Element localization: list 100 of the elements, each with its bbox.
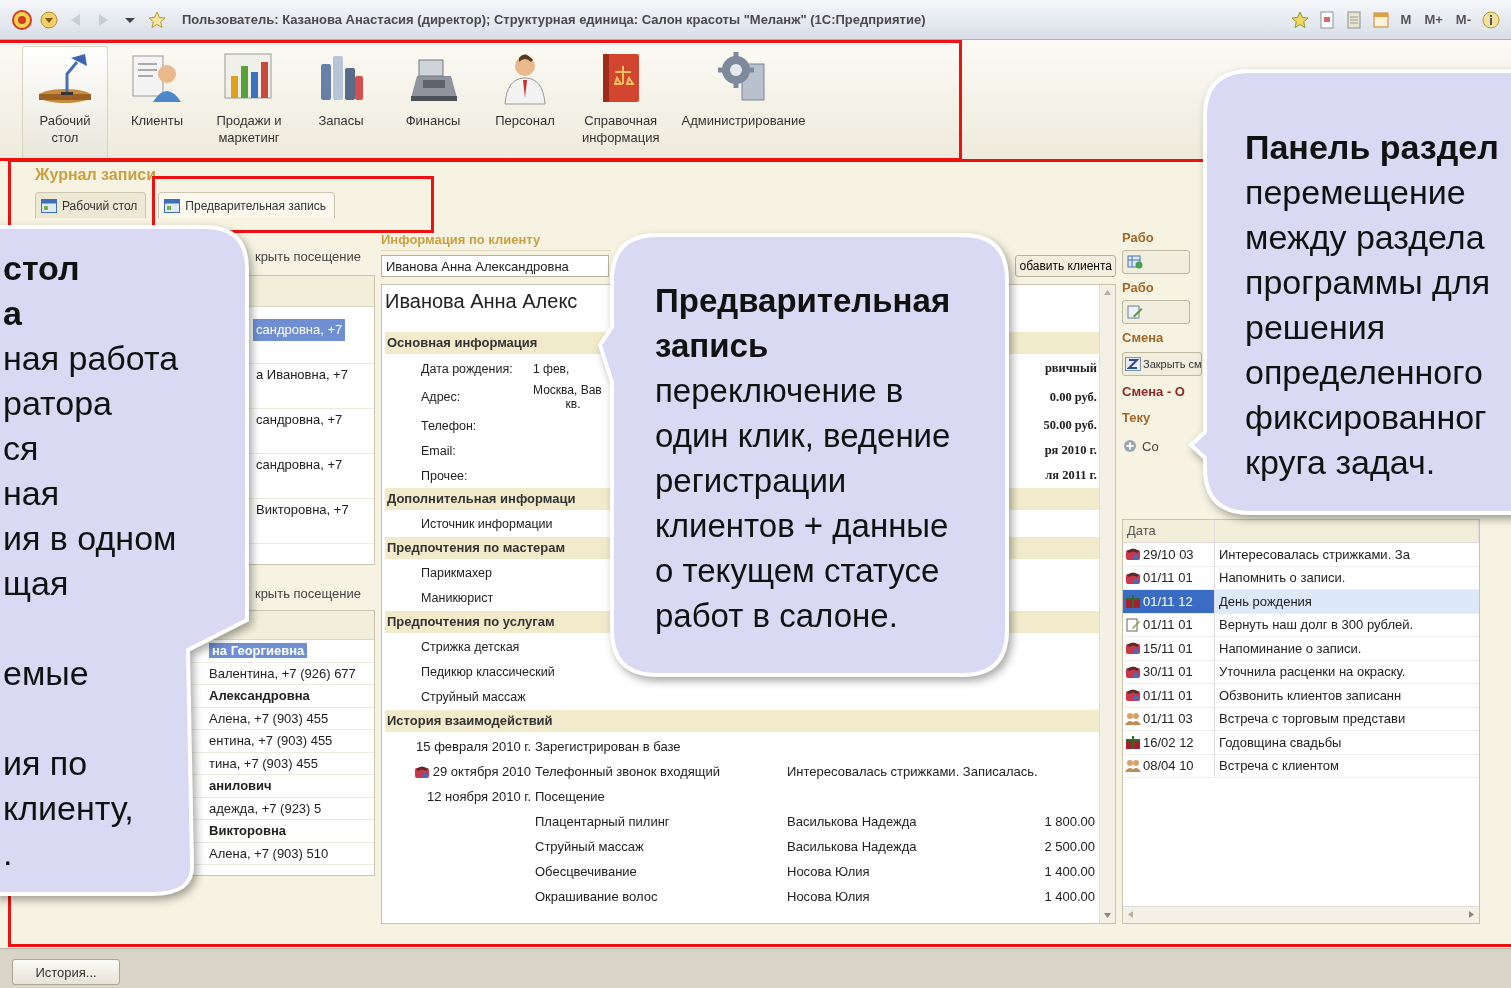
section-button[interactable]: Справочная информация — [574, 46, 668, 160]
list-item[interactable]: тина, +7 (903) 455 — [209, 755, 318, 771]
amount: 1 800.00 — [1044, 814, 1096, 829]
amount: 1 400.00 — [1044, 889, 1096, 904]
list-item[interactable]: сандровна, +7 — [253, 409, 346, 431]
table-row[interactable]: 01/11 03 Встреча с торговым представи — [1123, 707, 1479, 731]
table-icon — [41, 198, 57, 213]
table-cell: 16/02 12 — [1143, 734, 1194, 750]
table-cell-text: Интересовалась стрижками. За — [1218, 546, 1411, 562]
note-icon — [1125, 617, 1141, 632]
list-item[interactable]: Валентина, +7 (926) 677 — [209, 665, 356, 681]
field-value: рвичный — [1044, 361, 1098, 376]
gift-icon — [1125, 594, 1141, 609]
master-name: Носова Юлия — [787, 889, 871, 904]
section-button[interactable]: Клиенты — [114, 46, 200, 160]
field-label: Адрес: — [420, 390, 462, 404]
group-heading: Смена — [1122, 330, 1164, 347]
plus-icon — [1122, 439, 1138, 453]
table-row[interactable]: 15/11 01 Напоминание о записи. — [1123, 637, 1479, 661]
field-label: Email: — [420, 443, 457, 458]
memory-button[interactable]: М — [1397, 12, 1415, 27]
table-cell: 15/11 01 — [1143, 640, 1193, 656]
group-heading: Рабо — [1122, 280, 1154, 297]
field-label: Источник информации — [421, 517, 553, 531]
field-label: Дата рождения: — [420, 361, 514, 376]
table-cell-text: Встреча с клиентом — [1218, 758, 1340, 774]
list-item[interactable]: ентина, +7 (903) 455 — [209, 733, 333, 748]
field-label: Телефон: — [420, 418, 478, 433]
table-row[interactable]: 01/11 01 Обзвонить клиентов записанн — [1123, 684, 1479, 708]
table-cell: 29/10 03 — [1143, 546, 1194, 562]
list-item[interactable]: сандровна, +7 — [253, 454, 346, 476]
master-name: Носова Юлия — [787, 864, 871, 879]
history-event: Посещение — [535, 789, 606, 804]
table-cell-text: Обзвонить клиентов записанн — [1218, 687, 1403, 703]
table-row[interactable]: 30/11 01 Уточнила расценки на окраску. — [1123, 660, 1479, 684]
client-field[interactable]: Иванова Анна Александровна — [381, 255, 609, 277]
toolbar-button[interactable]: крыть посещение — [254, 246, 361, 268]
star-icon[interactable] — [1289, 9, 1310, 30]
memory-button[interactable]: М+ — [1421, 12, 1446, 27]
pencil-icon — [1127, 305, 1143, 319]
section-button[interactable]: Рабочий стол — [22, 46, 108, 160]
toolbar-button[interactable]: Закрыть см — [1122, 352, 1202, 376]
list-item[interactable]: Алена, +7 (903) 510 — [209, 845, 329, 861]
history-button[interactable]: История... — [12, 959, 120, 985]
table-row[interactable]: 16/02 12 Годовщина свадьбы — [1123, 731, 1479, 755]
section-button[interactable]: Финансы — [390, 46, 476, 160]
list-item[interactable]: анилович — [209, 778, 272, 793]
star-icon[interactable] — [147, 9, 167, 30]
group-heading: Теку — [1122, 410, 1151, 427]
tab[interactable]: Рабочий стол — [35, 192, 147, 218]
scrollbar[interactable] — [1099, 285, 1115, 923]
field-value: 0.00 руб. — [1049, 389, 1098, 405]
list-item[interactable]: Александровна — [209, 688, 310, 703]
table-cell: 01/11 01 — [1143, 617, 1193, 633]
section-button[interactable]: Персонал — [482, 46, 568, 160]
table-row[interactable]: 08/04 10 Встреча с клиентом — [1123, 754, 1479, 778]
memory-button[interactable]: М- — [1452, 12, 1474, 27]
logo-icon[interactable] — [12, 9, 32, 30]
toolbar-button[interactable]: крыть посещение — [254, 583, 361, 605]
list-item[interactable]: а Ивановна, +7 — [253, 364, 351, 386]
table-cell: 01/11 12 — [1143, 593, 1193, 609]
master-name: Василькова Надежда — [787, 839, 918, 854]
field-value: кв. — [564, 397, 582, 411]
table-row[interactable]: 01/11 12 День рождения — [1123, 590, 1479, 614]
info-icon[interactable] — [1481, 9, 1501, 30]
window-title: Пользователь: Казанова Анастасия (директор); Структурная единица: Салон красоты "Меланж" (1С:Предприятие) — [182, 12, 926, 27]
group-heading: Рабо — [1122, 230, 1154, 247]
list-item[interactable]: Викторовна, +7 — [253, 499, 352, 521]
list-item[interactable]: Викторовна — [209, 823, 286, 838]
section-header: История взаимодействий — [385, 710, 1099, 732]
field-value: 50.00 руб. — [1043, 418, 1098, 433]
field-label: Парикмахер — [421, 566, 492, 580]
create-link[interactable]: Со — [1142, 438, 1159, 454]
people-icon — [1125, 711, 1141, 726]
people-icon — [1125, 758, 1141, 773]
list-item[interactable]: Алена, +7 (903) 455 — [209, 710, 329, 726]
service-name: Струйный массаж — [535, 839, 645, 854]
table-row[interactable]: 29/10 03 Интересовалась стрижками. За — [1123, 543, 1479, 567]
table-cell-text: Уточнила расценки на окраску. — [1218, 664, 1407, 680]
menu-icon[interactable] — [39, 9, 59, 30]
table-row[interactable]: 01/11 01 Вернуть наш долг в 300 рублей. — [1123, 613, 1479, 637]
field-label: Струйный массаж — [421, 690, 526, 704]
section-button[interactable]: Администрирование — [673, 46, 814, 160]
toolbar-button[interactable] — [1122, 300, 1190, 324]
scrollbar[interactable] — [1123, 906, 1479, 923]
service-name: Обесцвечивание — [535, 864, 638, 879]
panel-title: Журнал записи — [34, 166, 157, 185]
section-button[interactable]: Запасы — [298, 46, 384, 160]
tab[interactable]: Предварительная запись — [158, 192, 335, 218]
table-cell: 01/11 03 — [1143, 711, 1193, 727]
zigzag-icon — [1125, 357, 1141, 371]
toolbar-button[interactable] — [1122, 250, 1190, 274]
section-button[interactable]: Продажи и маркетинг — [206, 46, 292, 160]
table-cell-text: Встреча с торговым представи — [1218, 711, 1407, 727]
history-date: 29 октября 2010 — [432, 764, 531, 779]
table-cell-text: Напоминание о записи. — [1218, 640, 1363, 656]
calendar-icon[interactable] — [1370, 9, 1391, 30]
history-date: 12 ноября 2010 г. — [427, 789, 531, 804]
add-client-button[interactable]: обавить клиента — [1015, 255, 1116, 277]
list-item[interactable]: адежда, +7 (923) 5 — [209, 800, 322, 816]
